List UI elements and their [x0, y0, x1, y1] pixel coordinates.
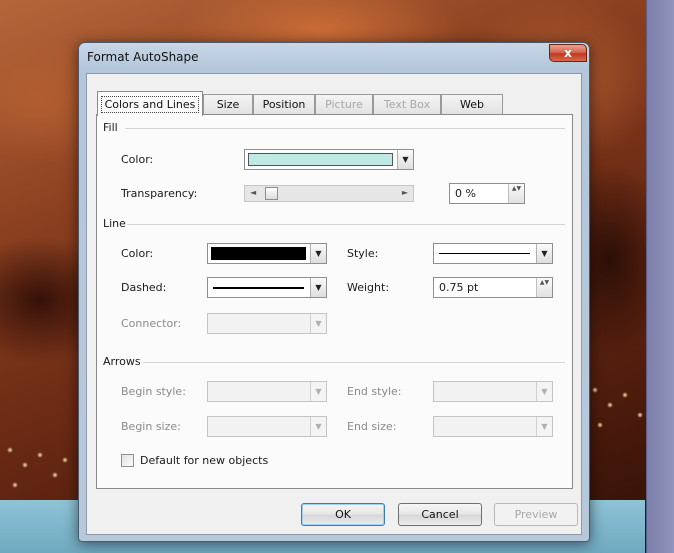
- chevron-down-icon: ▼: [310, 314, 326, 333]
- dashed-dropdown[interactable]: ▼: [207, 277, 327, 298]
- spin-icon[interactable]: ▲▼: [536, 278, 552, 297]
- fill-color-label: Color:: [121, 153, 154, 166]
- fill-color-dropdown[interactable]: ▼: [244, 149, 414, 170]
- chevron-down-icon: ▼: [310, 244, 326, 263]
- chevron-down-icon: ▼: [397, 150, 413, 169]
- default-for-new-objects-label[interactable]: Default for new objects: [140, 454, 268, 467]
- weight-label: Weight:: [347, 281, 390, 294]
- chevron-down-icon: ▼: [310, 417, 326, 436]
- dash-preview: [213, 287, 304, 289]
- arrows-divider: [143, 362, 565, 363]
- end-size-dropdown: ▼: [433, 416, 553, 437]
- slider-right-icon: ►: [401, 188, 408, 197]
- transparency-input[interactable]: 0 % ▲▼: [449, 183, 525, 204]
- chevron-down-icon: ▼: [310, 278, 326, 297]
- tab-label: Text Box: [383, 98, 431, 111]
- tab-label: Web: [460, 98, 484, 111]
- fill-divider: [125, 128, 565, 129]
- default-for-new-objects-checkbox[interactable]: [121, 454, 134, 467]
- begin-style-label: Begin style:: [121, 385, 186, 398]
- line-style-label: Style:: [347, 247, 379, 260]
- weight-input[interactable]: 0.75 pt ▲▼: [433, 277, 553, 298]
- fill-section-title: Fill: [103, 121, 118, 134]
- line-style-dropdown[interactable]: ▼: [433, 243, 553, 264]
- end-size-label: End size:: [347, 420, 397, 433]
- close-icon: x: [564, 46, 572, 60]
- begin-style-dropdown: ▼: [207, 381, 327, 402]
- transparency-value: 0 %: [455, 187, 476, 200]
- close-button[interactable]: x: [549, 44, 587, 62]
- tab-label: Picture: [325, 98, 363, 111]
- begin-size-dropdown: ▼: [207, 416, 327, 437]
- background-lights-right: [585, 370, 645, 450]
- transparency-label: Transparency:: [121, 187, 198, 200]
- tab-label: Colors and Lines: [100, 96, 200, 113]
- line-section-title: Line: [103, 217, 126, 230]
- chevron-down-icon: ▼: [536, 417, 552, 436]
- dashed-label: Dashed:: [121, 281, 167, 294]
- tab-colors-and-lines[interactable]: Colors and Lines: [97, 91, 203, 116]
- side-panel: [646, 0, 674, 553]
- format-autoshape-dialog: Format AutoShape x Colors and Lines Size…: [78, 42, 590, 542]
- chevron-down-icon: ▼: [536, 244, 552, 263]
- begin-size-label: Begin size:: [121, 420, 181, 433]
- fill-color-swatch: [248, 153, 393, 166]
- cancel-button[interactable]: Cancel: [398, 503, 482, 526]
- connector-dropdown: ▼: [207, 313, 327, 334]
- end-style-label: End style:: [347, 385, 402, 398]
- line-color-dropdown[interactable]: ▼: [207, 243, 327, 264]
- preview-button: Preview: [494, 503, 578, 526]
- arrows-section-title: Arrows: [103, 355, 141, 368]
- tab-size[interactable]: Size: [203, 94, 253, 115]
- tab-text-box: Text Box: [373, 94, 441, 115]
- end-style-dropdown: ▼: [433, 381, 553, 402]
- tab-picture: Picture: [315, 94, 373, 115]
- tab-position[interactable]: Position: [253, 94, 315, 115]
- tab-label: Size: [216, 98, 240, 111]
- tab-panel-colors-and-lines: Fill Color: ▼ Transparency: ◄ ► 0 % ▲▼ L…: [96, 114, 573, 489]
- title-bar[interactable]: Format AutoShape x: [79, 43, 589, 71]
- slider-thumb[interactable]: [265, 187, 278, 200]
- chevron-down-icon: ▼: [536, 382, 552, 401]
- spin-icon[interactable]: ▲▼: [508, 184, 524, 203]
- line-color-swatch: [211, 247, 306, 260]
- line-style-preview: [439, 253, 530, 254]
- weight-value: 0.75 pt: [439, 281, 479, 294]
- slider-left-icon: ◄: [250, 188, 257, 197]
- ok-button[interactable]: OK: [301, 503, 385, 526]
- tab-label: Position: [262, 98, 306, 111]
- connector-label: Connector:: [121, 317, 182, 330]
- chevron-down-icon: ▼: [310, 382, 326, 401]
- line-divider: [127, 224, 565, 225]
- transparency-slider[interactable]: ◄ ►: [244, 185, 414, 202]
- tab-web[interactable]: Web: [441, 94, 503, 115]
- dialog-title: Format AutoShape: [87, 50, 199, 64]
- dialog-client: Colors and Lines Size Position Picture T…: [86, 73, 582, 535]
- line-color-label: Color:: [121, 247, 154, 260]
